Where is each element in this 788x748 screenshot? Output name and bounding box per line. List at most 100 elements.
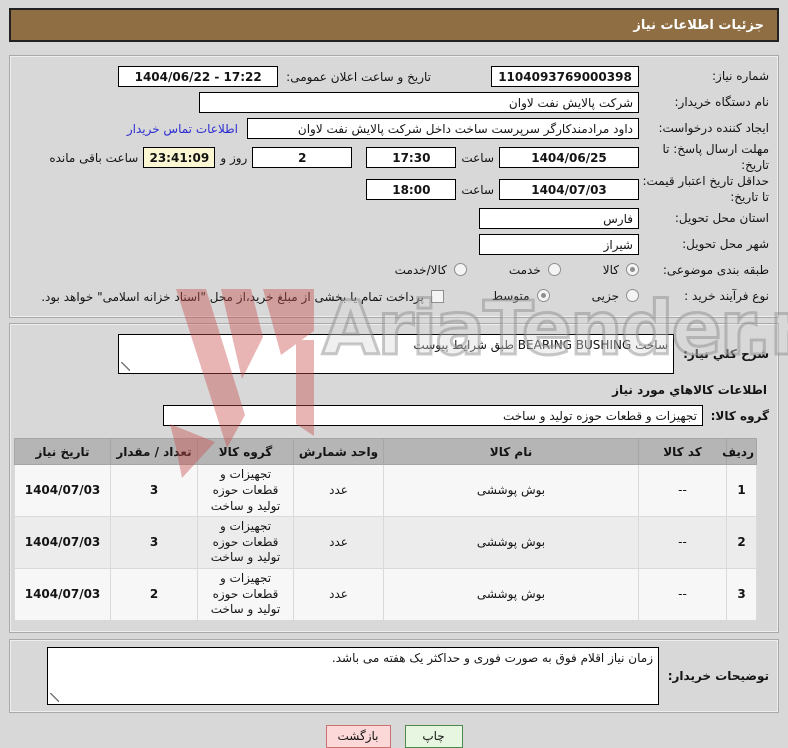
need-number-label: شماره نیاز: bbox=[712, 68, 769, 83]
goods-table-cell: تجهیزات و قطعات حوزه تولید و ساخت bbox=[197, 464, 294, 518]
treasury-checkbox[interactable] bbox=[430, 290, 444, 304]
goods-group-field[interactable]: تجهیزات و قطعات حوزه تولید و ساخت bbox=[163, 405, 703, 427]
days-label: روز و bbox=[220, 150, 248, 165]
goods-table-cell: تجهیزات و قطعات حوزه تولید و ساخت bbox=[197, 567, 294, 621]
price-validity-date-field[interactable]: 1404/07/03 bbox=[499, 179, 639, 201]
goods-table-header-cell: گروه کالا bbox=[197, 438, 294, 466]
need-description-textarea[interactable]: ساخت BEARING BUSHING طبق شرایط پیوست bbox=[118, 334, 674, 375]
radio-label: متوسط bbox=[491, 288, 530, 303]
announce-datetime-field[interactable]: 1404/06/22 - 17:22 bbox=[118, 66, 279, 87]
goods-table-cell: -- bbox=[638, 567, 727, 621]
action-buttons-row: چاپ بازگشت bbox=[0, 724, 788, 748]
price-validity-label: حداقل تاریخ اعتبار قیمت: تا تاریخ: bbox=[642, 174, 769, 204]
province-field[interactable]: فارس bbox=[479, 208, 639, 230]
goods-table-cell: 1404/07/03 bbox=[14, 464, 111, 518]
classification-radio-group: کالا خدمت کالا/خدمت bbox=[353, 263, 639, 280]
goods-table-cell: 2 bbox=[110, 567, 198, 621]
radio-icon[interactable] bbox=[626, 289, 639, 303]
need-description-label: شرح کلي نیاز: bbox=[683, 347, 769, 362]
radio-option[interactable]: جزیی bbox=[592, 289, 639, 303]
goods-table-row: 1 -- بوش پوششی عدد تجهیزات و قطعات حوزه تولی… bbox=[14, 464, 757, 518]
deadline-time-field[interactable]: 17:30 bbox=[366, 147, 457, 169]
goods-table-header-cell: تاریخ نیاز bbox=[14, 438, 111, 466]
goods-table-cell: 1 bbox=[726, 464, 757, 518]
radio-option[interactable]: خدمت bbox=[509, 263, 561, 277]
radio-icon[interactable] bbox=[453, 263, 467, 277]
goods-table-header-cell: واحد شمارش bbox=[293, 438, 384, 466]
buyer-notes-textarea[interactable]: زمان نیاز اقلام فوق به صورت فوری و حداکث… bbox=[47, 646, 659, 705]
process-type-label: نوع فرآیند خرید : bbox=[684, 289, 769, 304]
goods-table-cell: تجهیزات و قطعات حوزه تولید و ساخت bbox=[197, 516, 294, 569]
process-radio-group: جزیی متوسط bbox=[450, 289, 639, 306]
goods-table-cell: بوش پوششی bbox=[383, 567, 639, 621]
goods-table-cell: 2 bbox=[726, 516, 757, 569]
buyer-notes-label: توضیحات خریدار: bbox=[667, 668, 769, 683]
goods-table-cell: 1404/07/03 bbox=[14, 567, 111, 621]
radio-icon[interactable] bbox=[626, 263, 639, 277]
countdown-field[interactable]: 23:41:09 bbox=[143, 147, 216, 169]
city-row: شهر محل تحویل: شیراز bbox=[19, 232, 769, 257]
creator-field[interactable]: داود مرادمندکارگر سرپرست ساخت داخل شرکت … bbox=[247, 118, 639, 139]
radio-label: کالا bbox=[602, 262, 619, 277]
province-row: استان محل تحویل: فارس bbox=[19, 206, 769, 231]
goods-groupbox: شرح کلي نیاز: ساخت BEARING BUSHING طبق ش… bbox=[9, 323, 779, 633]
goods-section-header: اطلاعات کالاهاي مورد نیاز bbox=[612, 383, 767, 398]
buyer-notes-row: توضیحات خریدار: زمان نیاز اقلام فوق به ص… bbox=[19, 646, 769, 705]
need-number-field[interactable]: 1104093769000398 bbox=[491, 66, 639, 87]
goods-table-cell: بوش پوششی bbox=[383, 516, 639, 569]
goods-table-cell: 3 bbox=[726, 567, 757, 621]
goods-table-cell: عدد bbox=[293, 567, 384, 621]
creator-label: ایجاد کننده درخواست: bbox=[658, 120, 769, 135]
buyer-org-field[interactable]: شرکت پالایش نفت لاوان bbox=[199, 92, 639, 113]
radio-label: جزیی bbox=[591, 288, 619, 303]
deadline-hour-label: ساعت bbox=[461, 150, 494, 165]
radio-icon[interactable] bbox=[547, 263, 561, 277]
buyer-contact-link[interactable]: اطلاعات تماس خریدار bbox=[127, 122, 238, 136]
price-validity-hour-label: ساعت bbox=[461, 182, 494, 197]
days-remaining-field[interactable]: 2 bbox=[252, 147, 353, 169]
goods-table-header-cell: کد کالا bbox=[638, 438, 727, 466]
buyer-org-row: نام دستگاه خریدار: شرکت پالایش نفت لاوان bbox=[19, 90, 769, 115]
page-title-bar: جزئیات اطلاعات نیاز bbox=[9, 8, 779, 42]
goods-table-cell: -- bbox=[638, 464, 727, 518]
radio-option[interactable]: متوسط bbox=[492, 289, 550, 303]
goods-table-header-cell: نام کالا bbox=[383, 438, 639, 466]
radio-option[interactable]: کالا bbox=[603, 263, 639, 277]
countdown-label: ساعت باقی مانده bbox=[49, 150, 139, 165]
radio-icon[interactable] bbox=[536, 289, 550, 303]
goods-group-label: گروه کالا: bbox=[710, 408, 769, 423]
announce-datetime-label: تاریخ و ساعت اعلان عمومی: bbox=[286, 69, 431, 84]
resize-grip-icon[interactable] bbox=[121, 362, 130, 372]
deadline-date-field[interactable]: 1404/06/25 bbox=[499, 147, 639, 169]
radio-label: خدمت bbox=[508, 262, 541, 277]
treasury-note: پرداخت تمام یا بخشی از مبلغ خرید،از محل … bbox=[41, 289, 424, 304]
need-number-row: شماره نیاز: 1104093769000398 تاریخ و ساع… bbox=[19, 64, 769, 89]
city-label: شهر محل تحویل: bbox=[682, 237, 769, 252]
goods-table-header-cell: تعداد / مقدار bbox=[110, 438, 198, 466]
radio-option[interactable]: کالا/خدمت bbox=[395, 263, 467, 277]
goods-table-cell: عدد bbox=[293, 516, 384, 569]
creator-row: ایجاد کننده درخواست: داود مرادمندکارگر س… bbox=[19, 116, 769, 141]
deadline-label: مهلت ارسال پاسخ: تا تاریخ: bbox=[662, 142, 769, 172]
page-title: جزئیات اطلاعات نیاز bbox=[633, 17, 764, 33]
goods-table-cell: بوش پوششی bbox=[383, 464, 639, 518]
need-description-text: ساخت BEARING BUSHING طبق شرایط پیوست bbox=[413, 338, 668, 353]
goods-table-cell: 3 bbox=[110, 516, 198, 569]
need-info-groupbox: شماره نیاز: 1104093769000398 تاریخ و ساع… bbox=[9, 55, 779, 319]
city-field[interactable]: شیراز bbox=[479, 234, 639, 256]
goods-table-row: 3 -- بوش پوششی عدد تجهیزات و قطعات حوزه تولی… bbox=[14, 567, 757, 621]
back-button[interactable]: بازگشت bbox=[325, 724, 391, 748]
goods-table-cell: 3 bbox=[110, 464, 198, 518]
deadline-row: مهلت ارسال پاسخ: تا تاریخ: 1404/06/25 سا… bbox=[19, 142, 769, 173]
resize-grip-icon[interactable] bbox=[50, 692, 59, 702]
price-validity-time-field[interactable]: 18:00 bbox=[366, 179, 457, 201]
radio-label: کالا/خدمت bbox=[394, 262, 447, 277]
notes-groupbox: توضیحات خریدار: زمان نیاز اقلام فوق به ص… bbox=[9, 638, 779, 713]
goods-table-header-cell: ردیف bbox=[722, 438, 757, 466]
goods-table-cell: 1404/07/03 bbox=[14, 516, 111, 569]
need-description-row: شرح کلي نیاز: ساخت BEARING BUSHING طبق ش… bbox=[19, 334, 769, 375]
print-button[interactable]: چاپ bbox=[404, 724, 463, 748]
goods-table-cell: -- bbox=[638, 516, 727, 569]
buyer-notes-text: زمان نیاز اقلام فوق به صورت فوری و حداکث… bbox=[331, 650, 653, 665]
price-validity-row: حداقل تاریخ اعتبار قیمت: تا تاریخ: 1404/… bbox=[19, 174, 769, 205]
